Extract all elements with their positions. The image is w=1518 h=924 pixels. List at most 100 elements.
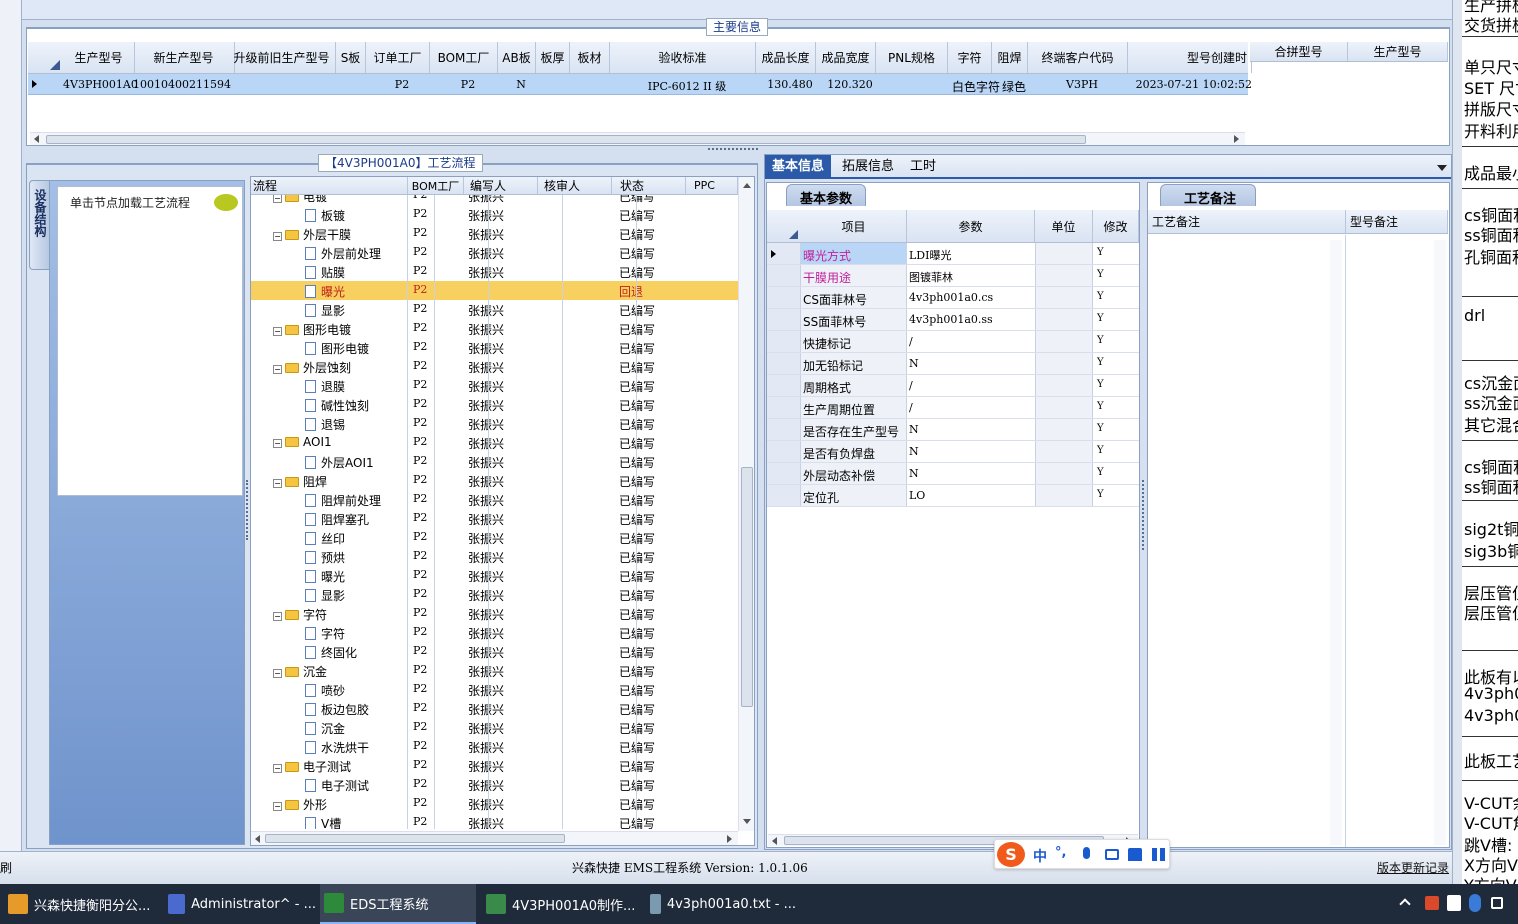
- col-15[interactable]: 终端客户代码: [1028, 42, 1128, 73]
- param-value[interactable]: N: [909, 445, 919, 458]
- taskbar-item[interactable]: 兴森快捷衡阳分公...: [4, 884, 160, 924]
- row-selector[interactable]: [767, 419, 801, 440]
- col-item[interactable]: 项目: [801, 210, 907, 242]
- collapse-icon[interactable]: −: [273, 764, 282, 773]
- collapse-icon[interactable]: −: [273, 479, 282, 488]
- flow-row[interactable]: 显影 P2 张振兴 已编写: [251, 585, 738, 604]
- taskbar-item[interactable]: 4V3PH001A0制作...: [482, 884, 640, 924]
- collapse-icon[interactable]: −: [273, 195, 282, 203]
- params-scroll-left-icon[interactable]: [772, 837, 777, 845]
- flow-row[interactable]: 电子测试 P2 张振兴 已编写: [251, 775, 738, 794]
- tray-bluetooth-icon[interactable]: [1469, 894, 1481, 912]
- version-history-link[interactable]: 版本更新记录: [1377, 859, 1449, 876]
- main-info-hscroll[interactable]: [30, 132, 1245, 145]
- splitter-left[interactable]: [246, 480, 249, 540]
- row-selector[interactable]: [767, 375, 801, 396]
- sogou-logo-icon[interactable]: S: [997, 842, 1025, 867]
- col-16[interactable]: 型号创建时: [1128, 42, 1252, 73]
- row-selector[interactable]: [767, 485, 801, 506]
- vscroll-up-icon[interactable]: [743, 183, 751, 188]
- col-0[interactable]: 生产型号: [63, 42, 135, 73]
- param-value[interactable]: LO: [909, 489, 925, 502]
- row-selector[interactable]: [767, 309, 801, 330]
- flow-row[interactable]: − 外层蚀刻 P2 张振兴 已编写: [251, 357, 738, 376]
- flow-row[interactable]: 水洗烘干 P2 张振兴 已编写: [251, 737, 738, 756]
- ime-skin-icon[interactable]: [1128, 848, 1142, 861]
- ime-chinese-mode[interactable]: 中: [1033, 846, 1047, 866]
- param-value[interactable]: LDI曝光: [909, 247, 951, 263]
- collapse-icon[interactable]: −: [273, 365, 282, 374]
- flow-row[interactable]: 沉金 P2 张振兴 已编写: [251, 718, 738, 737]
- flow-row[interactable]: 终固化 P2 张振兴 已编写: [251, 642, 738, 661]
- col-11[interactable]: 成品宽度: [816, 42, 876, 73]
- col-process-remark[interactable]: 工艺备注: [1148, 210, 1346, 233]
- flow-row[interactable]: −电镀 P2 张振兴 已编写: [251, 195, 738, 205]
- col-modify[interactable]: 修改: [1093, 210, 1139, 242]
- param-row[interactable]: 是否存在生产型号 N Y: [767, 419, 1139, 441]
- param-row[interactable]: SS面菲林号 4v3ph001a0.ss Y: [767, 309, 1139, 331]
- param-row[interactable]: 周期格式 / Y: [767, 375, 1139, 397]
- col-unit[interactable]: 单位: [1035, 210, 1093, 242]
- col-1[interactable]: 新生产型号: [133, 42, 235, 73]
- splitter-mid[interactable]: [1142, 480, 1145, 550]
- param-row[interactable]: 是否有负焊盘 N Y: [767, 441, 1139, 463]
- flow-row[interactable]: 贴膜 P2 张振兴 已编写: [251, 262, 738, 281]
- row-selector[interactable]: [767, 463, 801, 484]
- param-row[interactable]: 定位孔 LO Y: [767, 485, 1139, 507]
- flow-row[interactable]: 板镀 P2 张振兴 已编写: [251, 205, 738, 224]
- flow-row[interactable]: 外层前处理 P2 张振兴 已编写: [251, 243, 738, 262]
- main-info-row[interactable]: 4V3PH001A0 10010400211594 P2 P2 N IPC-6012 II…: [28, 74, 1252, 95]
- col-7[interactable]: 板厚: [536, 42, 570, 73]
- row-selector[interactable]: [767, 331, 801, 352]
- flow-row[interactable]: 外层AOI1 P2 张振兴 已编写: [251, 452, 738, 471]
- col-writer[interactable]: 编写人: [464, 177, 538, 194]
- scroll-left-icon[interactable]: [34, 135, 39, 143]
- splitter-grip[interactable]: [708, 148, 758, 152]
- ime-mic-icon[interactable]: [1083, 847, 1090, 859]
- col-9[interactable]: 验收标准: [610, 42, 756, 73]
- ime-keyboard-icon[interactable]: [1105, 849, 1119, 860]
- vscroll-thumb[interactable]: [741, 467, 753, 707]
- flow-row[interactable]: − 电子测试 P2 张振兴 已编写: [251, 756, 738, 775]
- col-5[interactable]: BOM工厂: [430, 42, 498, 73]
- col-10[interactable]: 成品长度: [756, 42, 816, 73]
- param-row[interactable]: 外层动态补偿 N Y: [767, 463, 1139, 485]
- flow-row[interactable]: 喷砂 P2 张振兴 已编写: [251, 680, 738, 699]
- flow-row[interactable]: 显影 P2 张振兴 已编写: [251, 300, 738, 319]
- col-4[interactable]: 订单工厂: [366, 42, 430, 73]
- ime-punct-icon[interactable]: °,: [1055, 845, 1066, 860]
- flow-row[interactable]: 图形电镀 P2 张振兴 已编写: [251, 338, 738, 357]
- flow-row[interactable]: 字符 P2 张振兴 已编写: [251, 623, 738, 642]
- flow-row[interactable]: 退锡 P2 张振兴 已编写: [251, 414, 738, 433]
- flow-row[interactable]: − 字符 P2 张振兴 已编写: [251, 604, 738, 623]
- row-selector[interactable]: [767, 353, 801, 374]
- taskbar-item[interactable]: Administrator^ - ...: [164, 884, 316, 924]
- param-value[interactable]: /: [909, 401, 913, 414]
- tab-working-hours[interactable]: 工时: [903, 155, 943, 179]
- col-14[interactable]: 阻焊: [992, 42, 1028, 73]
- collapse-icon[interactable]: −: [273, 802, 282, 811]
- collapse-icon[interactable]: −: [273, 327, 282, 336]
- col-bom-factory[interactable]: BOM工厂: [408, 177, 464, 194]
- col-model-remark[interactable]: 型号备注: [1346, 210, 1448, 233]
- flow-vscroll[interactable]: [738, 177, 754, 831]
- flow-row[interactable]: 预烘 P2 张振兴 已编写: [251, 547, 738, 566]
- flow-row[interactable]: − 外形 P2 张振兴 已编写: [251, 794, 738, 813]
- tab-dropdown-icon[interactable]: [1437, 165, 1447, 171]
- param-row[interactable]: 加无铅标记 N Y: [767, 353, 1139, 375]
- row-selector[interactable]: [767, 265, 801, 286]
- flow-row[interactable]: − 外层干膜 P2 张振兴 已编写: [251, 224, 738, 243]
- tab-extended-info[interactable]: 拓展信息: [835, 155, 901, 179]
- flow-row[interactable]: 板边包胶 P2 张振兴 已编写: [251, 699, 738, 718]
- param-row[interactable]: CS面菲林号 4v3ph001a0.cs Y: [767, 287, 1139, 309]
- tab-basic-info[interactable]: 基本信息: [765, 155, 831, 179]
- col-side-prod-model[interactable]: 生产型号: [1348, 42, 1448, 61]
- param-value[interactable]: N: [909, 357, 919, 370]
- taskbar-item[interactable]: 4v3ph001a0.txt - ...: [646, 884, 796, 924]
- flow-row[interactable]: 阻焊塞孔 P2 张振兴 已编写: [251, 509, 738, 528]
- param-row[interactable]: 干膜用途 图镀菲林 Y: [767, 265, 1139, 287]
- col-6[interactable]: AB板: [498, 42, 536, 73]
- tray-volume-icon[interactable]: [1491, 897, 1503, 909]
- col-2[interactable]: 升级前旧生产型号: [228, 42, 336, 73]
- flow-row[interactable]: 阻焊前处理 P2 张振兴 已编写: [251, 490, 738, 509]
